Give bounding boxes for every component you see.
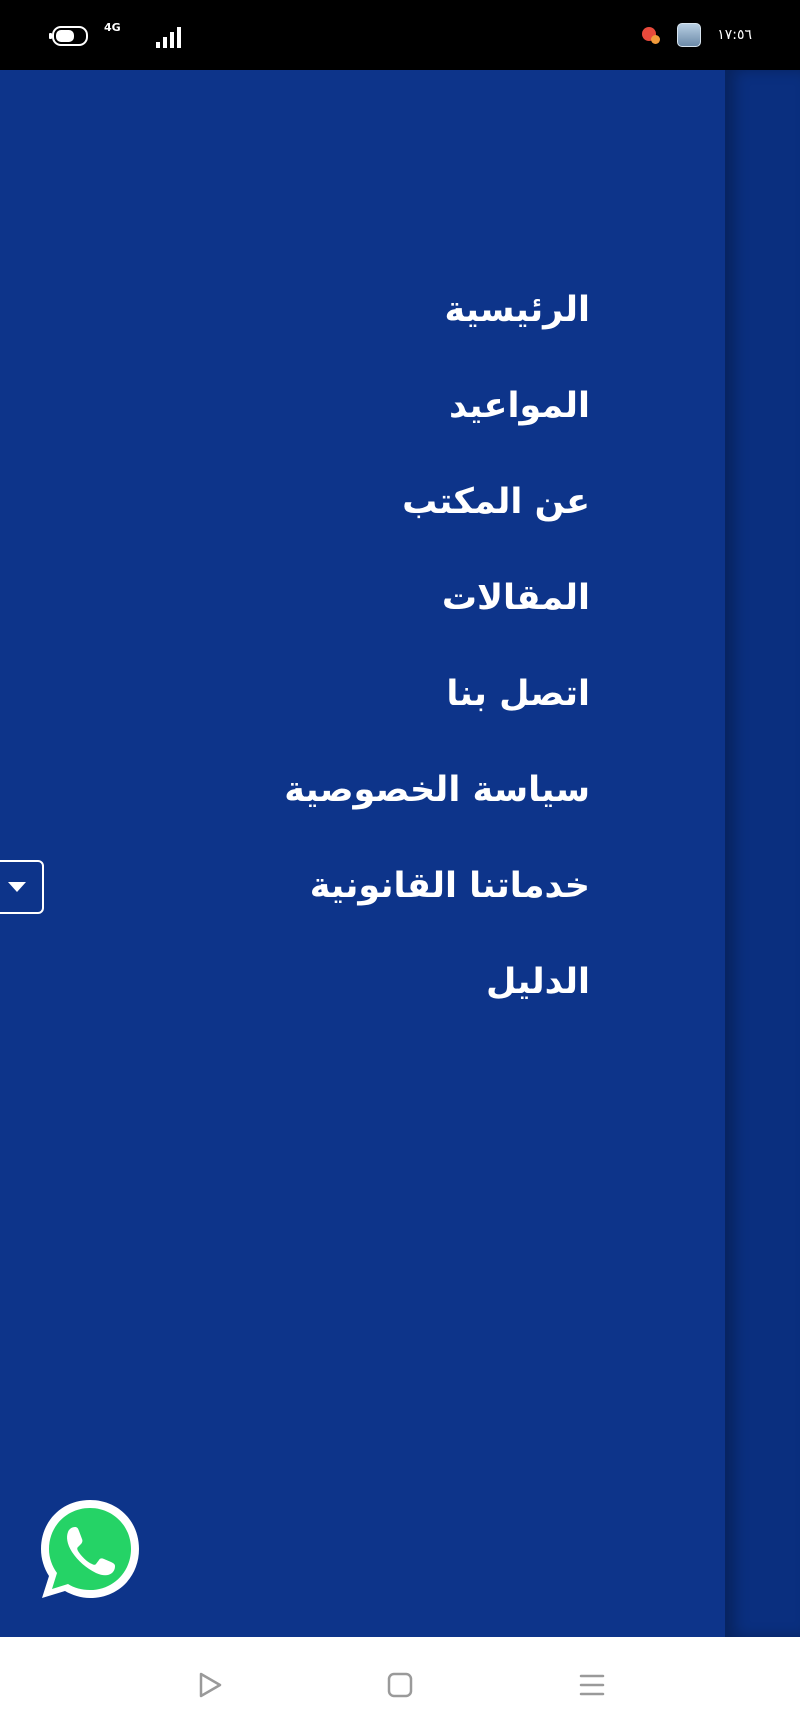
menu-item-label: الدليل xyxy=(485,962,590,1002)
menu-item-appointments[interactable]: المواعيد xyxy=(0,358,590,454)
menu-item-guide[interactable]: الدليل xyxy=(0,934,590,1030)
home-button[interactable] xyxy=(380,1665,420,1705)
menu-item-contact-us[interactable]: اتصل بنا xyxy=(0,646,590,742)
network-type-label: 4G xyxy=(104,21,121,34)
menu-item-legal-services[interactable]: خدماتنا القانونية xyxy=(0,838,590,934)
phone-screen: 4G ١٧:٥٦ الرئيسية المواعيد عن المكتب الم… xyxy=(0,0,800,1734)
home-icon xyxy=(387,1672,413,1698)
drawer-scrim[interactable] xyxy=(725,70,800,1637)
battery-icon xyxy=(49,26,88,46)
menu-item-privacy-policy[interactable]: سياسة الخصوصية xyxy=(0,742,590,838)
drawer-menu: الرئيسية المواعيد عن المكتب المقالات اتص… xyxy=(0,262,590,1030)
whatsapp-button[interactable] xyxy=(34,1494,146,1606)
clock: ١٧:٥٦ xyxy=(717,27,752,43)
network-type-icon: 4G xyxy=(104,22,132,34)
back-icon xyxy=(199,1672,222,1698)
menu-item-home[interactable]: الرئيسية xyxy=(0,262,590,358)
menu-icon xyxy=(579,1674,605,1696)
status-bar: 4G ١٧:٥٦ xyxy=(0,0,800,70)
signal-icon xyxy=(156,26,190,48)
legal-services-dropdown-toggle[interactable] xyxy=(0,860,44,914)
app-notification-icon xyxy=(677,23,702,47)
menu-item-label: المقالات xyxy=(441,578,590,618)
status-right-group: ١٧:٥٦ xyxy=(639,20,752,50)
menu-item-articles[interactable]: المقالات xyxy=(0,550,590,646)
caret-down-icon xyxy=(8,882,26,892)
back-button[interactable] xyxy=(190,1665,230,1705)
menu-item-label: اتصل بنا xyxy=(446,674,590,714)
navigation-drawer: الرئيسية المواعيد عن المكتب المقالات اتص… xyxy=(0,70,725,1637)
menu-item-about-office[interactable]: عن المكتب xyxy=(0,454,590,550)
menu-item-label: المواعيد xyxy=(449,386,590,426)
alarm-icon xyxy=(639,24,661,46)
menu-item-label: عن المكتب xyxy=(402,482,590,522)
menu-item-label: سياسة الخصوصية xyxy=(284,770,590,810)
recent-apps-button[interactable] xyxy=(572,1665,612,1705)
menu-item-label: خدماتنا القانونية xyxy=(309,866,590,906)
system-navigation-bar xyxy=(0,1637,800,1734)
menu-item-label: الرئيسية xyxy=(444,290,590,330)
whatsapp-icon xyxy=(41,1500,139,1598)
